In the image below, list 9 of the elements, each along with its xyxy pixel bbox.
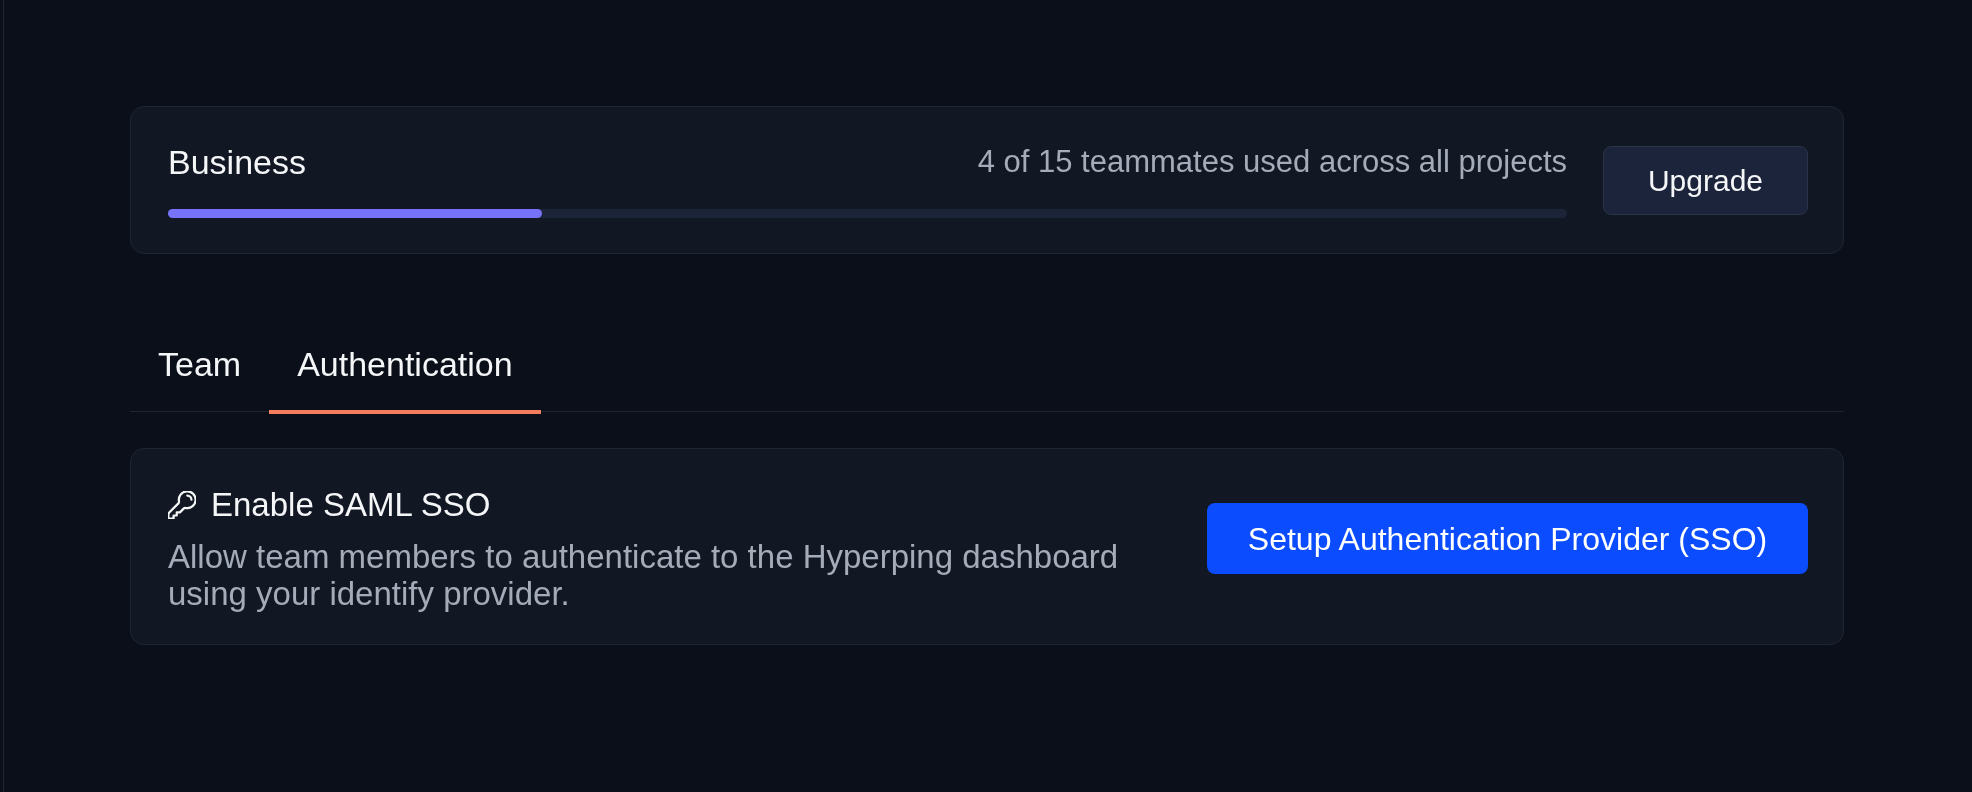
sso-description: Allow team members to authenticate to the Hyperping dashboard using your identify provider. xyxy=(168,538,1120,612)
plan-name: Business xyxy=(168,142,306,182)
usage-text: 4 of 15 teammates used across all projects xyxy=(977,143,1567,181)
tab[interactable]: Team xyxy=(130,330,270,414)
key-icon xyxy=(168,491,196,519)
sso-title: Enable SAML SSO xyxy=(211,485,491,525)
upgrade-button[interactable]: Upgrade xyxy=(1603,145,1808,215)
setup-sso-button[interactable]: Setup Authentication Provider (SSO) xyxy=(1207,503,1808,574)
tab[interactable]: Authentication xyxy=(269,330,541,414)
